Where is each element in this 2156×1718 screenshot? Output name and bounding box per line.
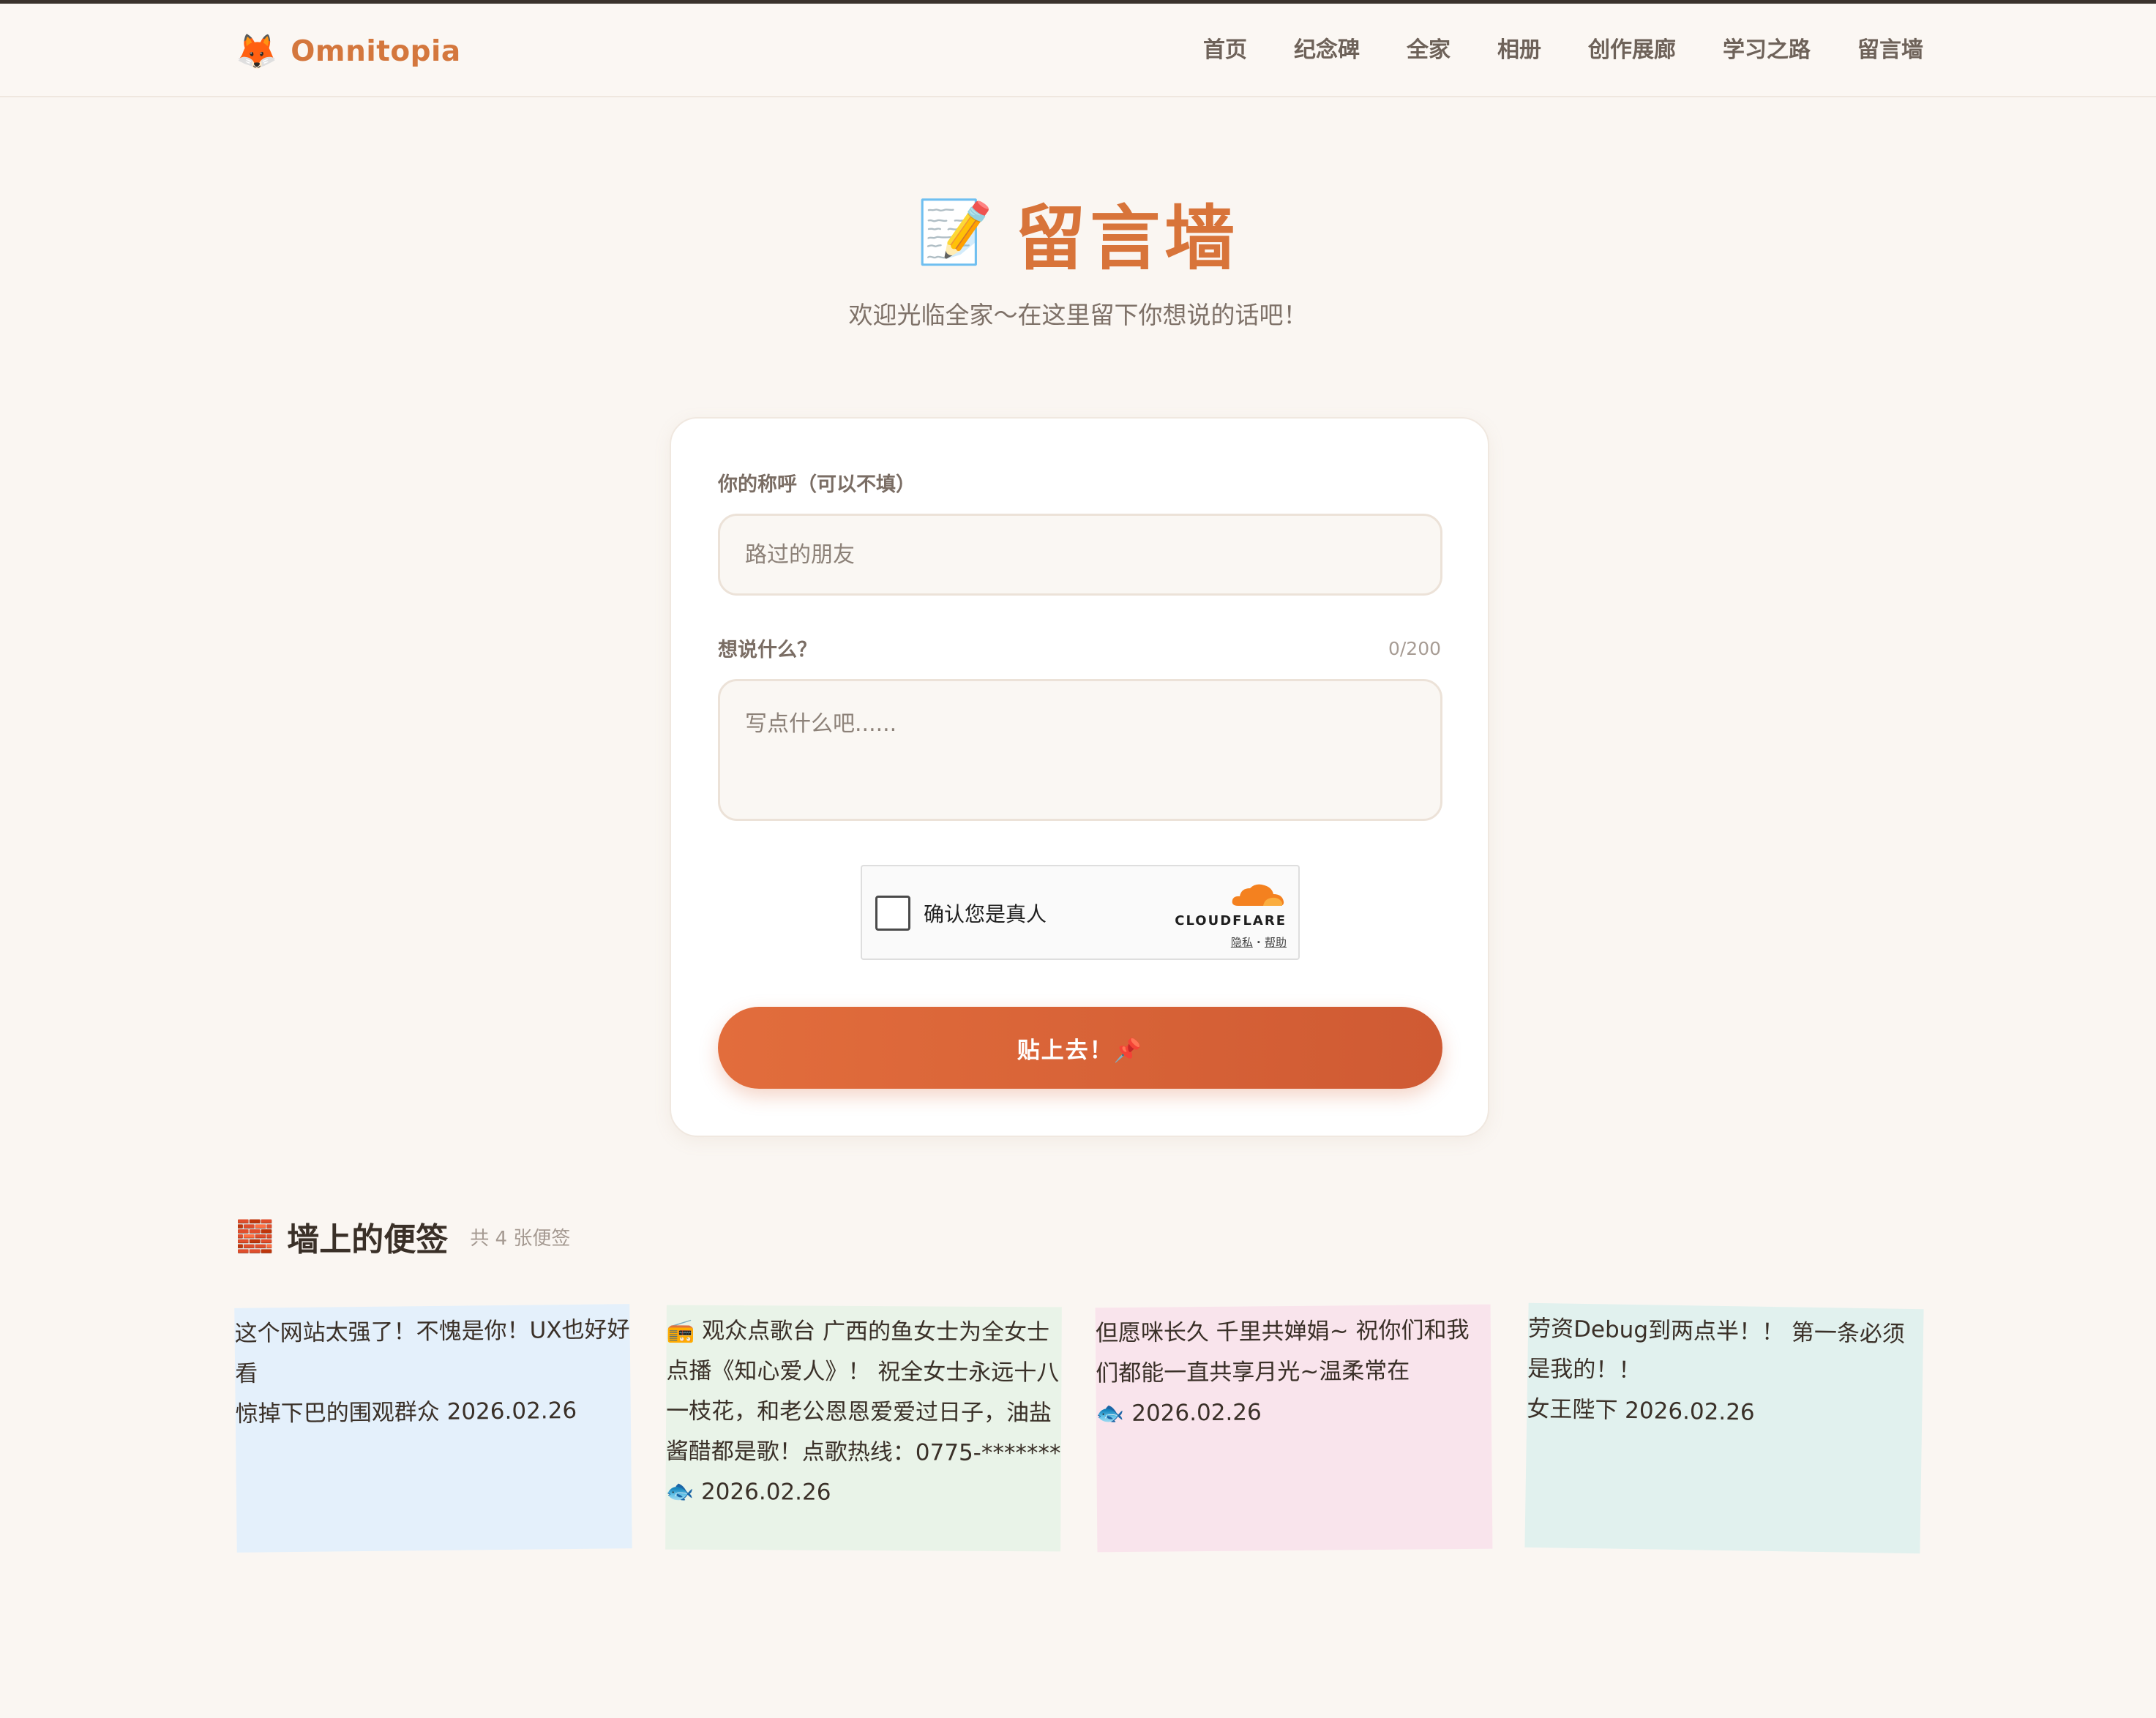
captcha-widget: 确认您是真人 CLOUDFLARE 隐私 · 帮助 — [861, 865, 1300, 960]
wall-note-count: 共 4 张便签 — [470, 1227, 571, 1250]
nav-message-wall[interactable]: 留言墙 — [1857, 36, 1923, 65]
note-message: 📻 观众点歌台 广西的鱼女士为全女士点播《知心爱人》！ 祝全女士永远十八一枝花，… — [665, 1317, 1061, 1467]
page-title-text: 留言墙 — [1015, 197, 1240, 280]
nav-learning[interactable]: 学习之路 — [1723, 36, 1811, 65]
nav-home[interactable]: 首页 — [1203, 36, 1247, 65]
main-nav: 首页 纪念碑 全家 相册 创作展廊 学习之路 留言墙 — [1156, 36, 1923, 65]
fox-icon: 🦊 — [236, 31, 278, 71]
nav-monument[interactable]: 纪念碑 — [1294, 36, 1360, 65]
site-header: 🦊 Omnitopia 首页 纪念碑 全家 相册 创作展廊 学习之路 留言墙 — [0, 4, 2156, 97]
captcha-privacy-link[interactable]: 隐私 — [1231, 936, 1253, 949]
memo-icon: 📝 — [916, 196, 994, 268]
message-label: 想说什么？ — [718, 639, 817, 661]
cloud-icon — [1228, 881, 1287, 909]
submit-button[interactable]: 贴上去！📌 — [718, 1007, 1442, 1089]
note-message: 这个网站太强了！不愧是你！UX也好好看 — [234, 1316, 630, 1387]
message-form-card: 你的称呼（可以不填） 想说什么？ 0/200 确认您是真人 CLOUDFLARE… — [670, 417, 1489, 1137]
note-meta: 🐟 2026.02.26 — [1096, 1399, 1262, 1428]
captcha-checkbox[interactable] — [875, 896, 910, 931]
note-message: 劳资Debug到两点半！！ 第一条必须是我的！！ — [1527, 1315, 1906, 1384]
nav-gallery[interactable]: 创作展廊 — [1588, 36, 1676, 65]
captcha-links: 隐私 · 帮助 — [1169, 934, 1287, 950]
bricks-icon: 🧱 — [236, 1218, 274, 1254]
sticky-note[interactable]: 但愿咪长久 千里共婵娟~ 祝你们和我们都能一直共享月光~温柔常在 🐟 2026.… — [1095, 1304, 1493, 1553]
name-label: 你的称呼（可以不填） — [718, 473, 916, 496]
note-meta: 惊掉下巴的围观群众 2026.02.26 — [235, 1397, 577, 1428]
char-counter: 0/200 — [1388, 638, 1441, 659]
sticky-note[interactable]: 这个网站太强了！不愧是你！UX也好好看 惊掉下巴的围观群众 2026.02.26 — [234, 1304, 632, 1553]
site-name: Omnitopia — [291, 34, 461, 68]
wall-header: 🧱 墙上的便签 共 4 张便签 — [236, 1215, 570, 1259]
cloudflare-logo: CLOUDFLARE 隐私 · 帮助 — [1169, 881, 1287, 950]
captcha-link-separator: · — [1252, 936, 1265, 949]
nav-album[interactable]: 相册 — [1497, 36, 1541, 65]
captcha-label: 确认您是真人 — [924, 902, 1047, 926]
sticky-note[interactable]: 📻 观众点歌台 广西的鱼女士为全女士点播《知心爱人》！ 祝全女士永远十八一枝花，… — [665, 1305, 1062, 1552]
captcha-help-link[interactable]: 帮助 — [1265, 936, 1287, 949]
page-title: 📝 留言墙 — [0, 184, 2156, 280]
captcha-brand: CLOUDFLARE — [1175, 913, 1287, 929]
note-message: 但愿咪长久 千里共婵娟~ 祝你们和我们都能一直共享月光~温柔常在 — [1095, 1316, 1470, 1387]
note-meta: 女王陛下 2026.02.26 — [1527, 1395, 1755, 1426]
sticky-note[interactable]: 劳资Debug到两点半！！ 第一条必须是我的！！ 女王陛下 2026.02.26 — [1524, 1302, 1924, 1554]
nav-family[interactable]: 全家 — [1407, 36, 1451, 65]
wall-title: 墙上的便签 — [287, 1221, 449, 1259]
message-input[interactable] — [718, 679, 1442, 821]
page-subtitle: 欢迎光临全家～在这里留下你想说的话吧！ — [848, 301, 1308, 329]
name-input[interactable] — [718, 514, 1442, 596]
note-meta: 🐟 2026.02.26 — [665, 1478, 831, 1506]
site-logo[interactable]: 🦊 Omnitopia — [236, 26, 461, 77]
